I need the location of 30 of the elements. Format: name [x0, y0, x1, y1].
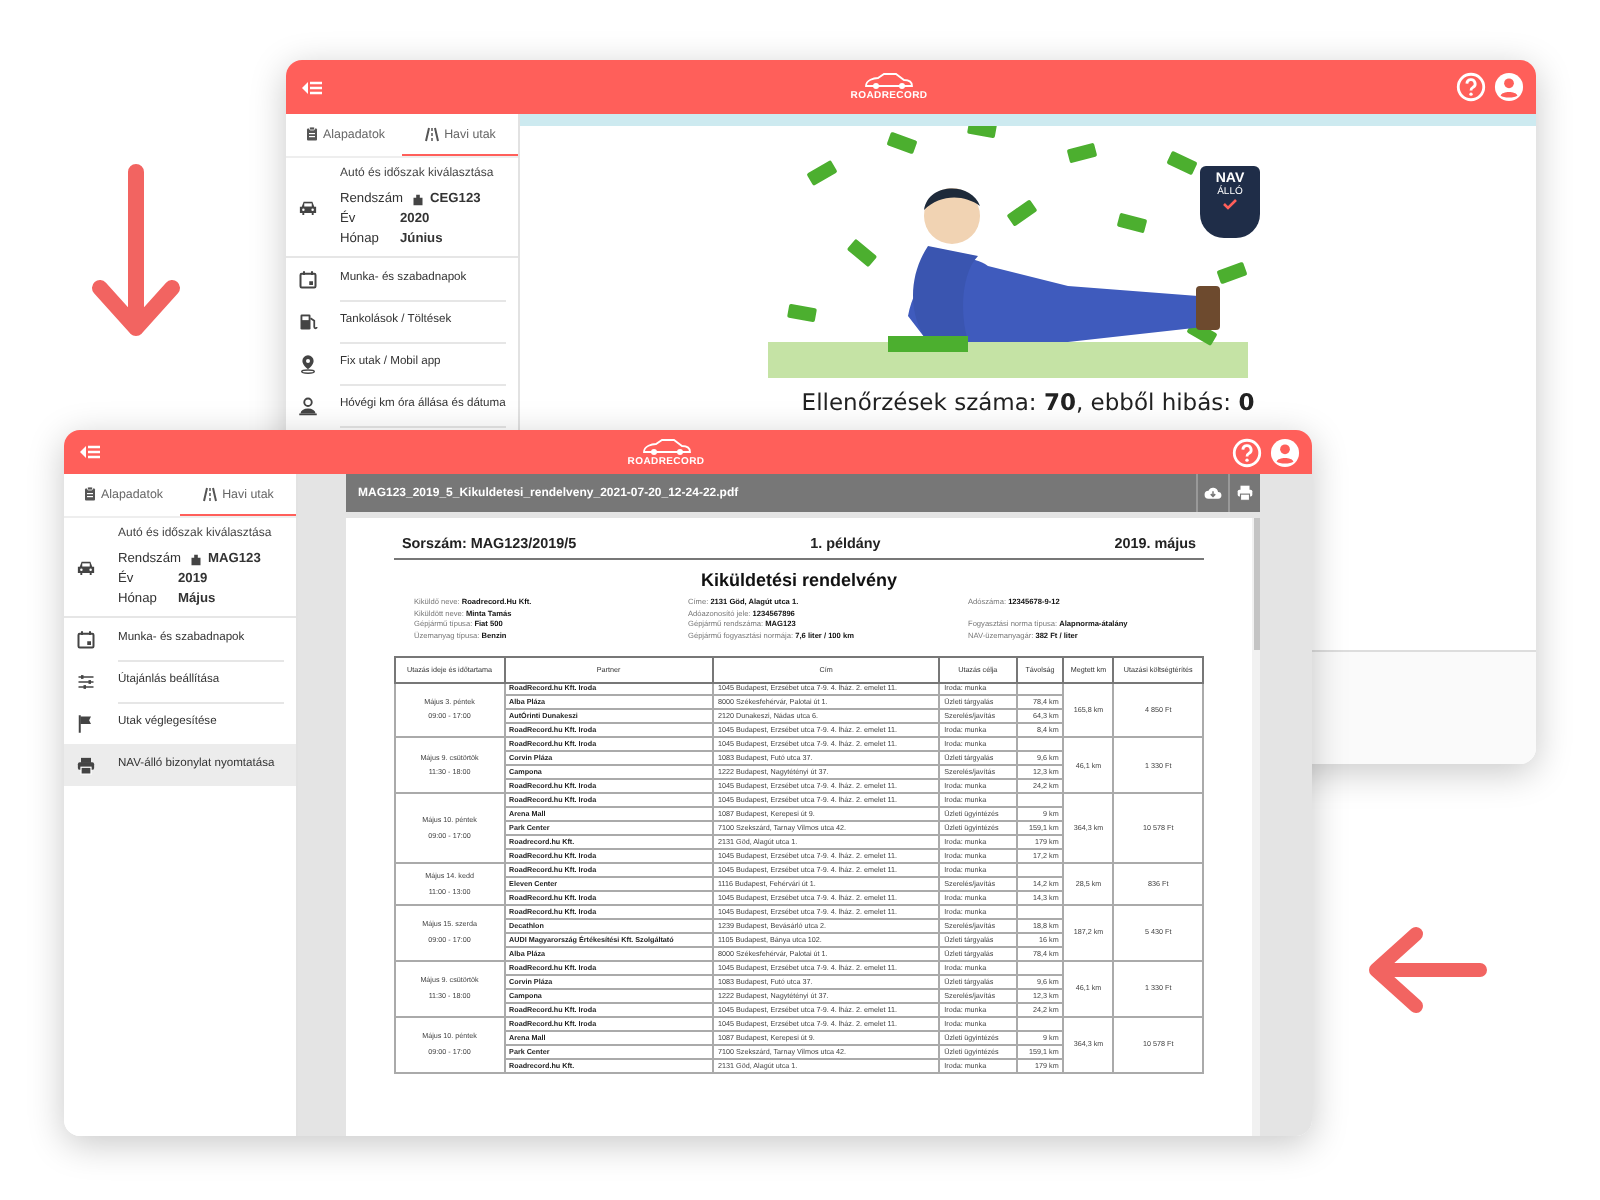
tag-icon	[190, 553, 202, 565]
help-icon[interactable]	[1231, 437, 1262, 467]
cloud-download-icon	[1204, 484, 1222, 502]
calendar-icon	[76, 629, 96, 649]
check-summary: Ellenőrzések száma: 70, ebből hibás: 0	[801, 388, 1255, 416]
clipboard-icon	[303, 126, 320, 142]
car-logo-icon	[639, 437, 692, 455]
clipboard-icon	[81, 486, 98, 502]
road-icon	[424, 126, 441, 142]
left-arrow	[1364, 924, 1492, 1016]
car-icon	[298, 197, 318, 217]
car-logo-icon	[862, 72, 915, 90]
account-icon[interactable]	[1493, 72, 1524, 102]
printer-icon	[1236, 484, 1254, 502]
calendar-icon	[298, 269, 318, 289]
check-icon	[1222, 198, 1238, 210]
collapse-menu-icon[interactable]	[302, 79, 322, 95]
flag-icon	[76, 713, 96, 733]
road-icon	[202, 486, 219, 502]
collapse-menu-icon[interactable]	[80, 444, 100, 460]
printer-icon	[76, 755, 96, 775]
sliders-icon	[76, 671, 96, 691]
tag-icon	[412, 193, 424, 205]
fuel-pump-icon	[298, 311, 318, 331]
location-pin-icon	[298, 353, 318, 373]
help-icon[interactable]	[1455, 72, 1486, 102]
scrollbar-thumb[interactable]	[1253, 518, 1259, 650]
car-icon	[76, 557, 96, 577]
document-title: Kiküldetési rendelvény	[698, 570, 900, 590]
account-icon[interactable]	[1269, 437, 1300, 467]
